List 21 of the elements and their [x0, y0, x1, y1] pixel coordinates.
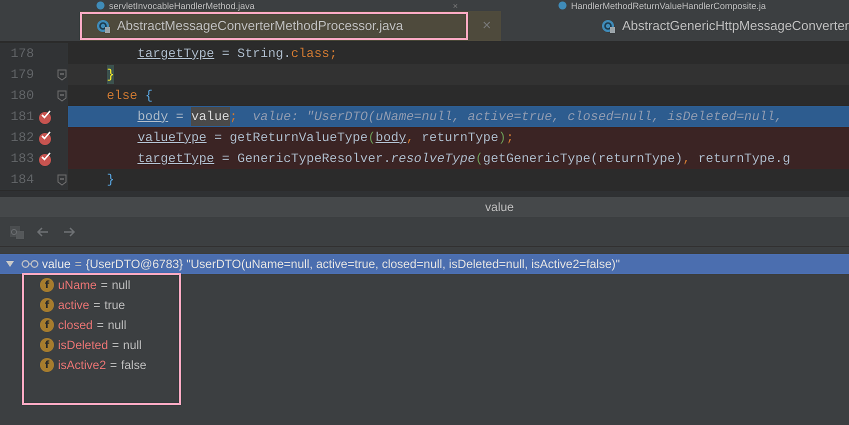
panel-title: value — [485, 199, 514, 216]
tree-row[interactable]: f isDeleted = null — [0, 335, 849, 355]
watch-icon[interactable] — [9, 224, 25, 240]
editor-tab[interactable]: servletInvocableHandlerMethod.java × — [96, 0, 466, 11]
editor-tab[interactable]: AbstractMessageConverterMethodProcessor.java × — [80, 11, 502, 41]
class-icon — [96, 1, 105, 10]
tree-row[interactable]: value = {UserDTO@6783} "UserDTO(uName=null, active=true, closed=null, isDeleted=null, isActive2=false)" — [0, 254, 849, 274]
class-icon — [96, 18, 111, 34]
class-icon — [601, 18, 616, 34]
editor-tab[interactable]: HandlerMethodReturnValueHandlerComposite.ja — [558, 0, 766, 11]
tree-row[interactable]: f uName = null — [0, 275, 849, 295]
tree-row[interactable]: f closed = null — [0, 315, 849, 335]
class-icon — [558, 1, 567, 10]
tree-row[interactable]: f isActive2 = false — [0, 355, 849, 375]
field-icon: f — [40, 278, 54, 292]
field-icon: f — [40, 338, 54, 352]
tree-row[interactable]: f active = true — [0, 295, 849, 315]
glasses-icon — [21, 259, 39, 269]
field-icon: f — [40, 358, 54, 372]
field-icon: f — [40, 318, 54, 332]
field-icon: f — [40, 298, 54, 312]
